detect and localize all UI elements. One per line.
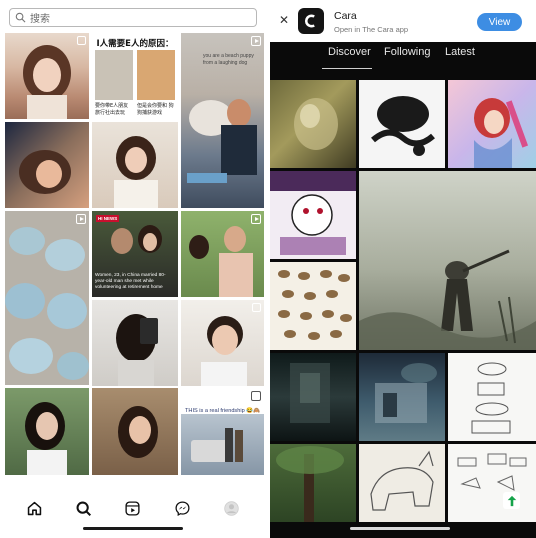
explore-tile[interactable]: HI NEWS Women, 23, in China married 80-y… (92, 211, 178, 297)
cara-logo-icon (298, 8, 324, 34)
home-icon[interactable] (26, 500, 43, 517)
reel-icon (76, 214, 86, 224)
instagram-explore-screen: 搜索 I人需要E人的原因： 要你带E人朋友 旅行社出去玩 但是会你要和 狗狗捕获… (0, 0, 266, 538)
close-icon[interactable]: ✕ (279, 13, 289, 27)
home-indicator (83, 527, 183, 530)
explore-tile[interactable] (181, 300, 264, 386)
search-icon[interactable] (75, 500, 92, 517)
tab-following[interactable]: Following (384, 46, 430, 58)
selfie-photo (116, 314, 158, 386)
artwork-image (474, 98, 529, 168)
artwork-image (371, 96, 435, 156)
vet-photo (187, 99, 257, 183)
app-install-banner: ✕ Cara Open in The Cara app View (270, 0, 536, 42)
reel-icon (251, 36, 261, 46)
explore-grid: I人需要E人的原因： 要你带E人朋友 旅行社出去玩 但是会你要和 狗狗捕获游戏 … (5, 33, 264, 475)
portrait-photo (19, 150, 71, 194)
artwork-image (375, 363, 437, 423)
portrait-photo (25, 402, 67, 475)
ceramics-photo (5, 227, 89, 380)
news-caption: Women, 23, in China married 80-year-old … (95, 273, 166, 290)
explore-tile[interactable] (5, 211, 89, 385)
home-indicator (350, 527, 450, 530)
portrait-photo (118, 406, 158, 458)
artwork-image (290, 363, 330, 423)
add-artwork-button[interactable] (503, 492, 520, 509)
post-caption-right: 但是会你要和 狗狗捕获游戏 (137, 103, 174, 116)
artwork-image (359, 249, 536, 350)
artwork-tile[interactable] (270, 444, 356, 522)
artwork-image (294, 98, 338, 150)
explore-tile[interactable]: I人需要E人的原因： 要你带E人朋友 旅行社出去玩 但是会你要和 狗狗捕获游戏 (92, 33, 178, 119)
search-icon (15, 12, 26, 23)
search-input[interactable]: 搜索 (9, 8, 257, 27)
artwork-tile[interactable] (359, 80, 445, 168)
explore-tile[interactable] (92, 300, 178, 386)
search-placeholder: 搜索 (30, 14, 50, 25)
explore-tile[interactable] (181, 211, 264, 297)
artwork-tile[interactable] (270, 262, 356, 350)
messenger-icon[interactable] (174, 500, 191, 517)
explore-tile[interactable] (5, 33, 89, 119)
reel-icon (251, 391, 261, 401)
artwork-image (278, 270, 352, 340)
artwork-image (270, 171, 356, 255)
artwork-tile[interactable] (270, 353, 356, 441)
artwork-tile[interactable] (359, 353, 445, 441)
explore-tile[interactable] (92, 388, 178, 475)
cara-screen: ✕ Cara Open in The Cara app View Discove… (270, 0, 536, 538)
portrait-photo (23, 45, 71, 119)
explore-tile[interactable] (5, 122, 89, 208)
app-subtitle: Open in The Cara app (334, 25, 409, 34)
feed-tabs: Discover Following Latest (270, 42, 536, 72)
artwork-tile[interactable] (270, 171, 356, 259)
multi-photo-icon (252, 303, 261, 312)
artwork-image (370, 450, 434, 511)
artwork-tile[interactable] (448, 444, 536, 522)
profile-icon[interactable] (223, 500, 240, 517)
active-tab-indicator (322, 68, 372, 69)
portrait-photo (201, 316, 247, 386)
explore-tile[interactable] (92, 122, 178, 208)
artwork-image (276, 446, 344, 522)
artwork-tile[interactable] (359, 171, 536, 350)
reel-icon (251, 214, 261, 224)
tab-latest[interactable]: Latest (445, 46, 475, 58)
app-name: Cara (334, 10, 357, 22)
explore-tile[interactable] (5, 388, 89, 475)
street-photo (191, 428, 243, 462)
post-caption-left: 要你带E人朋友 旅行社出去玩 (95, 103, 129, 116)
multi-photo-icon (77, 36, 86, 45)
artwork-tile[interactable] (448, 80, 536, 168)
artwork-tile[interactable] (270, 80, 356, 168)
bottom-navigation (0, 494, 266, 522)
explore-tile[interactable]: you are a beach puppy from a laughing do… (181, 33, 264, 208)
portrait-photo (114, 136, 158, 208)
tab-discover[interactable]: Discover (328, 46, 371, 58)
post-title: I人需要E人的原因： (96, 39, 174, 49)
upload-icon (507, 495, 516, 506)
artwork-tile[interactable] (448, 353, 536, 441)
artwork-tile[interactable] (359, 444, 445, 522)
view-button[interactable]: View (477, 13, 522, 31)
reels-icon[interactable] (124, 500, 141, 517)
explore-tile[interactable]: THIS is a real friendship 😂🙈 (181, 388, 264, 475)
artwork-image (457, 453, 527, 491)
artwork-grid (270, 80, 536, 522)
artwork-image (471, 362, 511, 434)
